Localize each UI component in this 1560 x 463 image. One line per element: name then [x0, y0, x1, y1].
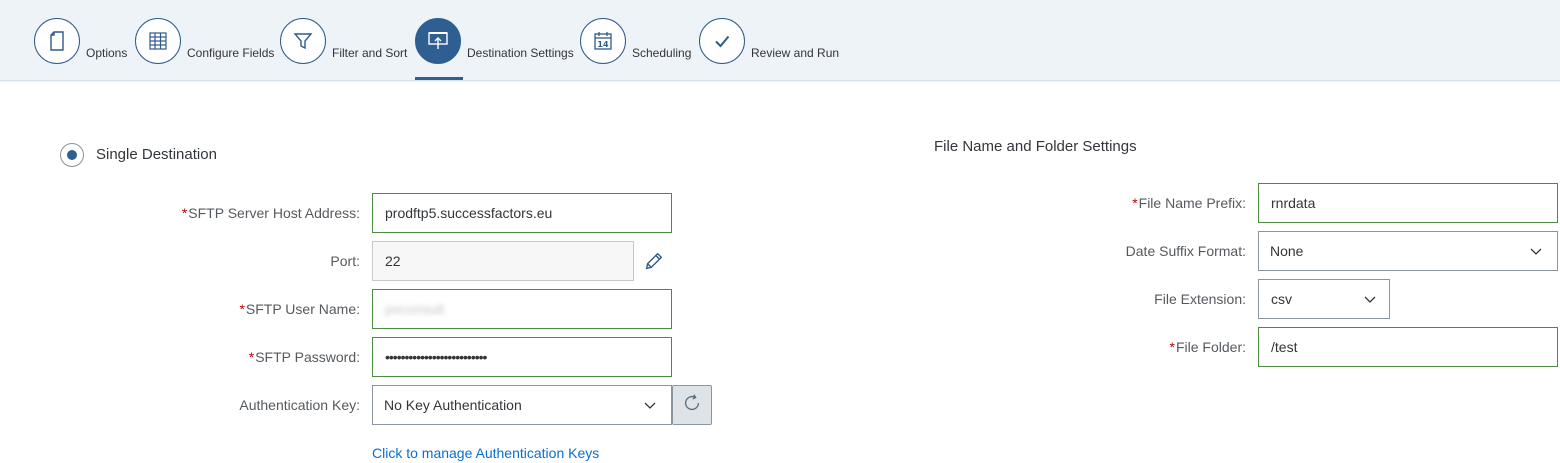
refresh-button[interactable]	[672, 385, 712, 425]
step-label: Review and Run	[751, 46, 840, 60]
sftp-password-label: *SFTP Password:	[248, 349, 360, 365]
calendar-icon: 14	[580, 18, 626, 64]
auth-key-select[interactable]: No Key Authentication	[372, 385, 672, 425]
sftp-host-label: *SFTP Server Host Address:	[181, 205, 360, 221]
date-suffix-label: Date Suffix Format:	[1125, 243, 1246, 259]
table-grid-icon	[135, 18, 181, 64]
active-step-indicator	[415, 77, 463, 80]
radio-selected-dot	[67, 150, 77, 160]
single-destination-radio[interactable]	[60, 143, 84, 167]
filter-icon	[280, 18, 326, 64]
step-filter-and-sort[interactable]: Filter and Sort	[280, 17, 407, 65]
step-configure-fields[interactable]: Configure Fields	[135, 17, 274, 65]
chevron-down-icon	[1529, 244, 1543, 258]
single-destination-label: Single Destination	[96, 146, 217, 163]
step-label: Scheduling	[632, 46, 692, 60]
file-extension-select[interactable]: csv	[1258, 279, 1390, 319]
sftp-user-input[interactable]: pscons­ult	[372, 289, 672, 329]
edit-pencil-icon[interactable]	[642, 249, 666, 273]
step-label: Destination Settings	[467, 46, 574, 60]
step-options[interactable]: Options	[34, 17, 127, 65]
document-icon	[34, 18, 80, 64]
step-label: Filter and Sort	[332, 46, 408, 60]
step-label: Options	[86, 46, 128, 60]
step-review-and-run[interactable]: Review and Run	[699, 17, 839, 65]
date-suffix-select[interactable]: None	[1258, 231, 1558, 271]
wizard-header: Options Configure Fields Filter and Sort	[0, 0, 1560, 81]
chevron-down-icon	[1363, 292, 1377, 306]
sftp-user-label: *SFTP User Name:	[239, 301, 360, 317]
sftp-password-input[interactable]: ••••••••••••••••••••••••••	[372, 337, 672, 377]
port-input: 22	[372, 241, 634, 281]
file-prefix-input[interactable]: rnrdata	[1258, 183, 1558, 223]
manage-auth-keys-link[interactable]: Click to manage Authentication Keys	[372, 445, 599, 461]
file-folder-input[interactable]: /test	[1258, 327, 1558, 367]
upload-presentation-icon	[415, 18, 461, 64]
checkmark-icon	[699, 18, 745, 64]
calendar-day: 14	[597, 40, 609, 49]
file-folder-label: *File Folder:	[1169, 339, 1246, 355]
step-destination-settings[interactable]: Destination Settings	[415, 17, 574, 65]
file-prefix-label: *File Name Prefix:	[1132, 195, 1246, 211]
auth-key-label: Authentication Key:	[239, 397, 360, 413]
chevron-down-icon	[643, 398, 657, 412]
port-label: Port:	[330, 253, 360, 269]
step-scheduling[interactable]: 14 Scheduling	[580, 17, 691, 65]
step-label: Configure Fields	[187, 46, 275, 60]
sftp-host-input[interactable]: prodftp5.successfactors.eu	[372, 193, 672, 233]
file-extension-label: File Extension:	[1154, 291, 1246, 307]
refresh-icon	[681, 392, 703, 419]
file-settings-title: File Name and Folder Settings	[934, 138, 1137, 155]
